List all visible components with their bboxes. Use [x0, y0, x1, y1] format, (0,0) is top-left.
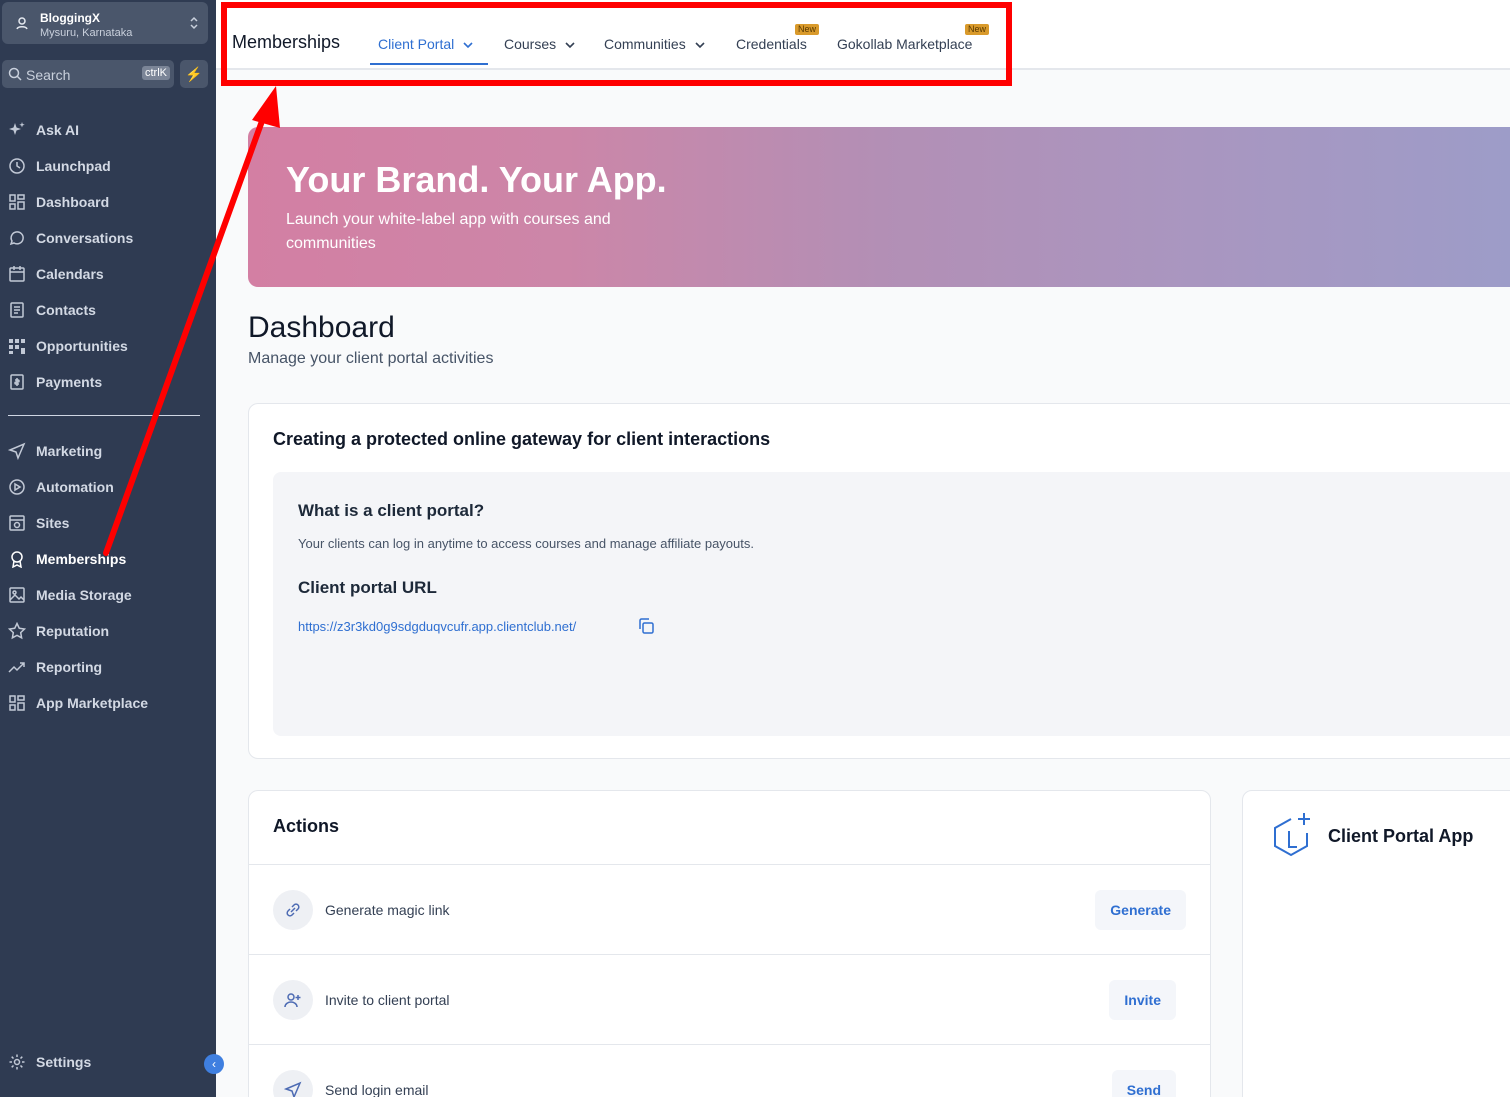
sidebar-item-settings[interactable]: Settings	[8, 1050, 91, 1074]
sparkle-icon	[8, 121, 26, 139]
sidebar-item-label: Settings	[36, 1054, 92, 1070]
action-row: Generate magic link Generate	[249, 864, 1210, 954]
gear-icon	[8, 1053, 26, 1071]
search-input[interactable]: Search ctrlK	[2, 60, 174, 88]
action-row: Send login email Send	[249, 1044, 1210, 1097]
sidebar-divider	[8, 415, 200, 416]
sidebar-item-label: Memberships	[36, 551, 127, 567]
search-icon	[8, 67, 22, 81]
sidebar-item-conversations[interactable]: Conversations	[8, 226, 133, 250]
sidebar-item-label: Media Storage	[36, 587, 132, 603]
sidebar-item-label: Calendars	[36, 266, 104, 282]
chevron-updown-icon	[188, 14, 200, 32]
generate-button[interactable]: Generate	[1095, 890, 1186, 930]
send-button[interactable]: Send	[1111, 1070, 1176, 1097]
copy-icon[interactable]	[637, 617, 655, 635]
award-icon	[8, 550, 26, 568]
arrow-head	[252, 86, 280, 128]
dashboard-subtitle: Manage your client portal activities	[248, 350, 494, 367]
action-label: Send login email	[325, 1082, 429, 1097]
send-icon	[8, 442, 26, 460]
account-switcher[interactable]: BloggingX Mysuru, Karnataka	[2, 2, 208, 44]
sidebar-item-contacts[interactable]: Contacts	[8, 298, 96, 322]
sidebar-item-label: Contacts	[36, 302, 96, 318]
lightning-icon: ⚡	[185, 66, 203, 82]
portal-url-heading: Client portal URL	[298, 578, 437, 597]
sidebar-item-automation[interactable]: Automation	[8, 475, 114, 499]
action-label: Invite to client portal	[325, 992, 450, 1008]
portal-question: What is a client portal?	[298, 501, 485, 520]
automation-icon	[8, 478, 26, 496]
quick-action-button[interactable]: ⚡	[180, 60, 208, 88]
account-location: Mysuru, Karnataka	[40, 27, 133, 39]
portal-url-link[interactable]: https://z3r3kd0g9sdgduqvcufr.app.clientc…	[298, 619, 576, 634]
sidebar-item-memberships[interactable]: Memberships	[8, 547, 126, 571]
client-portal-details: What is a client portal? Your clients ca…	[273, 472, 1510, 736]
sidebar-item-reporting[interactable]: Reporting	[8, 655, 102, 679]
grid-icon	[8, 193, 26, 211]
account-name: BloggingX	[40, 11, 100, 25]
send-icon	[273, 1070, 313, 1097]
sidebar-item-label: Payments	[36, 374, 103, 390]
highlight-box	[221, 2, 1012, 86]
client-portal-app-card: Client Portal App	[1242, 790, 1510, 1097]
trend-icon	[8, 658, 26, 676]
sidebar-item-label: Dashboard	[36, 194, 110, 210]
banner-subtitle: Launch your white-label app with courses…	[286, 211, 611, 252]
actions-card: Actions Generate magic link Generate Inv…	[248, 790, 1211, 1097]
sidebar: BloggingX Mysuru, Karnataka Search ctrlK…	[0, 0, 216, 1097]
chat-icon	[8, 229, 26, 247]
sidebar-item-label: Launchpad	[36, 158, 111, 174]
location-icon	[14, 15, 30, 31]
sidebar-item-opportunities[interactable]: Opportunities	[8, 334, 128, 358]
sidebar-item-reputation[interactable]: Reputation	[8, 619, 109, 643]
contacts-icon	[8, 301, 26, 319]
sidebar-item-payments[interactable]: Payments	[8, 370, 102, 394]
search-shortcut: ctrlK	[142, 66, 170, 80]
calendar-icon	[8, 265, 26, 283]
sidebar-item-label: Marketing	[36, 443, 103, 459]
sidebar-item-media-storage[interactable]: Media Storage	[8, 583, 132, 607]
sidebar-item-calendars[interactable]: Calendars	[8, 262, 104, 286]
image-icon	[8, 586, 26, 604]
sidebar-item-label: App Marketplace	[36, 695, 149, 711]
sidebar-item-dashboard[interactable]: Dashboard	[8, 190, 109, 214]
card-heading: Creating a protected online gateway for …	[273, 429, 771, 449]
banner-heading: Your Brand. Your App.	[286, 159, 667, 200]
sidebar-item-sites[interactable]: Sites	[8, 511, 69, 535]
payments-icon	[8, 373, 26, 391]
magic-link-icon	[273, 890, 313, 930]
opportunities-icon	[8, 337, 26, 355]
sidebar-item-label: Sites	[36, 515, 70, 531]
card-heading: Actions	[273, 816, 340, 836]
launchpad-icon	[8, 157, 26, 175]
search-placeholder: Search	[26, 67, 71, 83]
hexagon-plus-icon	[1271, 811, 1315, 859]
grid-icon	[8, 694, 26, 712]
card-heading: Client Portal App	[1328, 826, 1474, 846]
sidebar-item-label: Conversations	[36, 230, 134, 246]
dashboard-title: Dashboard	[248, 311, 395, 344]
sidebar-item-label: Reporting	[36, 659, 103, 675]
promo-banner: Your Brand. Your App. Launch your white-…	[248, 127, 1510, 287]
sidebar-item-marketing[interactable]: Marketing	[8, 439, 102, 463]
invite-user-icon	[273, 980, 313, 1020]
sidebar-item-ask-ai[interactable]: Ask AI	[8, 118, 79, 142]
star-icon	[8, 622, 26, 640]
chevron-left-icon: ‹	[212, 1057, 216, 1071]
portal-answer: Your clients can log in anytime to acces…	[298, 536, 754, 551]
client-portal-info-card: Creating a protected online gateway for …	[248, 403, 1510, 759]
sidebar-item-label: Opportunities	[36, 338, 128, 354]
collapse-sidebar-button[interactable]: ‹	[204, 1054, 224, 1074]
sidebar-item-launchpad[interactable]: Launchpad	[8, 154, 111, 178]
action-label: Generate magic link	[325, 902, 450, 918]
sites-icon	[8, 514, 26, 532]
sidebar-item-label: Ask AI	[36, 122, 80, 138]
action-row: Invite to client portal Invite	[249, 954, 1210, 1044]
invite-button[interactable]: Invite	[1109, 980, 1176, 1020]
sidebar-item-app-marketplace[interactable]: App Marketplace	[8, 691, 148, 715]
sidebar-item-label: Automation	[36, 479, 114, 495]
sidebar-item-label: Reputation	[36, 623, 110, 639]
